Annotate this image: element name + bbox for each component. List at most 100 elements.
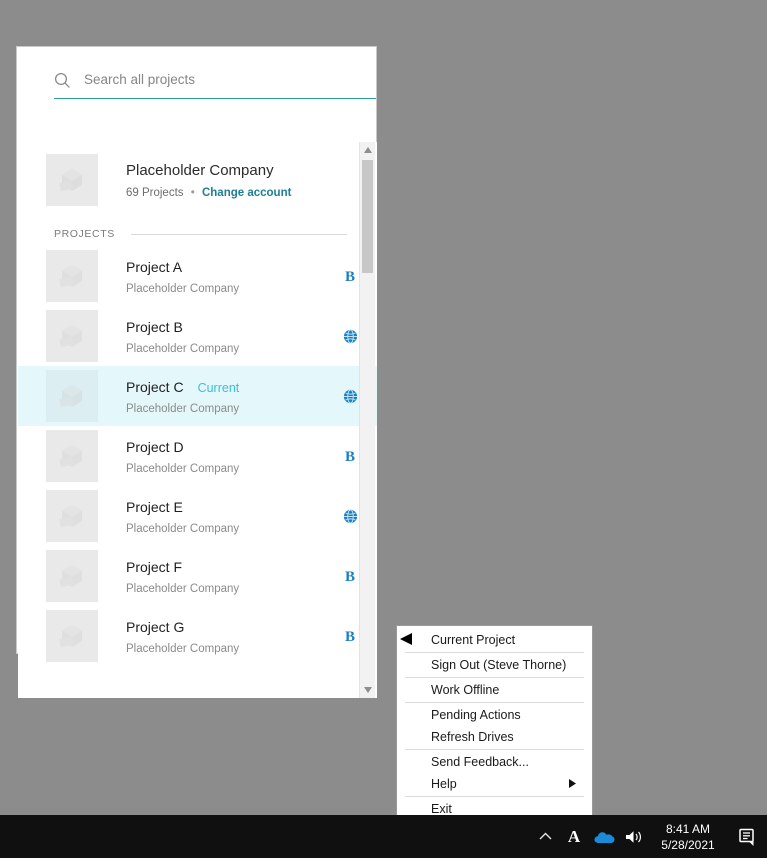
- context-menu-item-label: Send Feedback...: [431, 755, 529, 769]
- context-menu-item-label: Current Project: [431, 633, 516, 647]
- globe-icon: [343, 388, 357, 404]
- clock-time: 8:41 AM: [665, 821, 711, 836]
- project-thumbnail: [46, 250, 98, 302]
- context-menu-item-label: Refresh Drives: [431, 730, 514, 744]
- context-menu-item-label: Help: [431, 777, 457, 791]
- project-row[interactable]: Project F Placeholder Company B: [18, 546, 377, 606]
- project-company: Placeholder Company: [126, 282, 240, 295]
- taskbar-clock[interactable]: 8:41 AM 5/28/2021: [649, 815, 727, 858]
- context-menu-item[interactable]: Help: [405, 773, 584, 795]
- globe-icon: [343, 508, 357, 524]
- section-divider: [130, 233, 347, 235]
- search-input[interactable]: [80, 72, 376, 89]
- project-row[interactable]: Project B Placeholder Company: [18, 306, 377, 366]
- bim360-b-icon: B: [345, 629, 355, 644]
- project-text: Project E Placeholder Company: [126, 498, 337, 535]
- svg-text:B: B: [345, 449, 355, 464]
- system-tray: A 8:41 AM 5/28/2021: [531, 815, 767, 858]
- context-menu-item[interactable]: Pending Actions: [405, 704, 584, 726]
- image-placeholder-icon: [59, 445, 82, 468]
- project-name: Project C: [126, 378, 184, 395]
- context-menu-item-label: Pending Actions: [431, 708, 521, 722]
- context-menu-item-label: Work Offline: [431, 683, 500, 697]
- search-icon: [54, 70, 80, 92]
- project-company: Placeholder Company: [126, 342, 240, 355]
- globe-icon: [343, 328, 357, 344]
- bim360-b-icon: B: [345, 449, 355, 464]
- context-menu-group: Send Feedback... Help: [405, 750, 584, 797]
- search-bar[interactable]: [54, 63, 376, 99]
- scrollbar-thumb[interactable]: [362, 160, 373, 273]
- context-menu-item[interactable]: Work Offline: [405, 679, 584, 701]
- project-row[interactable]: Project G Placeholder Company B: [18, 606, 377, 666]
- image-placeholder-icon: [59, 265, 82, 288]
- context-menu-item[interactable]: Send Feedback...: [405, 751, 584, 773]
- project-thumbnail: [46, 550, 98, 602]
- taskbar: A 8:41 AM 5/28/2021: [0, 815, 767, 858]
- svg-text:B: B: [345, 569, 355, 584]
- svg-text:B: B: [345, 629, 355, 644]
- project-thumbnail: [46, 490, 98, 542]
- project-company: Placeholder Company: [126, 582, 240, 595]
- project-text: Project F Placeholder Company: [126, 558, 337, 595]
- desktop: Placeholder Company 69 Projects • Change…: [0, 0, 767, 858]
- submenu-arrow-icon: [569, 777, 576, 791]
- project-company: Placeholder Company: [126, 642, 240, 655]
- image-placeholder-icon: [59, 325, 82, 348]
- onedrive-cloud-icon[interactable]: [589, 815, 619, 858]
- vertical-scrollbar[interactable]: [359, 142, 375, 698]
- project-text: Project D Placeholder Company: [126, 438, 337, 475]
- autodesk-icon[interactable]: A: [559, 815, 589, 858]
- bim360-b-icon: B: [345, 569, 355, 584]
- context-menu-item-label: Exit: [431, 802, 452, 816]
- image-placeholder-icon: [59, 565, 82, 588]
- current-project-tag: Current: [197, 380, 240, 395]
- project-picker-window: Placeholder Company 69 Projects • Change…: [16, 46, 377, 698]
- context-menu-group: Current Project: [405, 628, 584, 653]
- project-name: Project E: [126, 498, 183, 515]
- project-row[interactable]: Project A Placeholder Company B: [18, 246, 377, 306]
- project-row[interactable]: Project D Placeholder Company B: [18, 426, 377, 486]
- account-thumbnail: [46, 154, 98, 206]
- volume-icon[interactable]: [619, 815, 649, 858]
- project-thumbnail: [46, 370, 98, 422]
- project-company: Placeholder Company: [126, 522, 240, 535]
- mouse-cursor-left-arrow-icon: [400, 632, 416, 650]
- scroll-down-button[interactable]: [360, 682, 375, 698]
- image-placeholder-icon: [59, 385, 82, 408]
- image-placeholder-icon: [59, 169, 82, 192]
- project-list: Project A Placeholder Company B Project B Pl…: [18, 246, 377, 666]
- project-thumbnail: [46, 430, 98, 482]
- project-row[interactable]: Project E Placeholder Company: [18, 486, 377, 546]
- meta-separator: •: [190, 187, 195, 199]
- image-placeholder-icon: [59, 505, 82, 528]
- projects-section-header: PROJECTS: [18, 216, 377, 246]
- context-menu-group: Work Offline: [405, 678, 584, 703]
- project-list-scroll-area[interactable]: Placeholder Company 69 Projects • Change…: [18, 142, 377, 698]
- account-name: Placeholder Company: [126, 162, 274, 179]
- context-menu-item[interactable]: Refresh Drives: [405, 726, 584, 748]
- project-row[interactable]: Project C Current Placeholder Company: [18, 366, 377, 426]
- context-menu-group: Sign Out (Steve Thorne): [405, 653, 584, 678]
- project-name: Project D: [126, 438, 184, 455]
- context-menu-group: Pending Actions Refresh Drives: [405, 703, 584, 750]
- context-menu-item[interactable]: Current Project: [405, 629, 584, 651]
- project-company: Placeholder Company: [126, 462, 240, 475]
- tray-context-menu: Current Project Sign Out (Steve Thorne) Wo…: [396, 625, 593, 824]
- project-company: Placeholder Company: [126, 402, 240, 415]
- bim360-b-icon: B: [345, 269, 355, 284]
- action-center-icon[interactable]: [727, 815, 767, 858]
- project-text: Project C Current Placeholder Company: [126, 378, 337, 415]
- context-menu-item[interactable]: Sign Out (Steve Thorne): [405, 654, 584, 676]
- change-account-link[interactable]: Change account: [202, 187, 291, 199]
- project-text: Project B Placeholder Company: [126, 318, 337, 355]
- project-name: Project F: [126, 558, 183, 575]
- scroll-up-button[interactable]: [360, 142, 375, 158]
- account-info: Placeholder Company 69 Projects • Change…: [126, 161, 291, 199]
- tray-expand-chevron-icon[interactable]: [531, 815, 559, 858]
- clock-date: 5/28/2021: [661, 837, 715, 852]
- svg-text:B: B: [345, 269, 355, 284]
- project-name: Project G: [126, 618, 185, 635]
- context-menu-item-label: Sign Out (Steve Thorne): [431, 658, 567, 672]
- projects-section-label: PROJECTS: [54, 228, 115, 240]
